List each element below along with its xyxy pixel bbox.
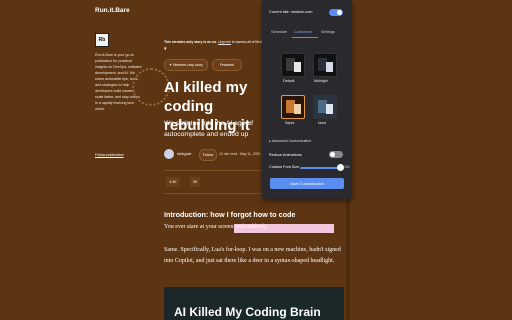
theme-nord-label: Nord <box>318 121 326 125</box>
article-meta: 10 min read · May 11, 2025 <box>219 152 260 156</box>
read-time: 10 min read <box>219 152 237 156</box>
member-only-label: Member-only story <box>173 63 203 67</box>
font-size-label: Custom Font Size <box>269 165 300 169</box>
save-customization-button[interactable]: Save Customization <box>270 178 344 189</box>
author-name[interactable]: rdxbyjule <box>177 152 191 156</box>
active-tab-indicator <box>292 37 318 38</box>
hero-image-text: AI Killed My Coding Brain <box>174 305 321 319</box>
theme-sepia-card[interactable] <box>281 95 305 119</box>
clap-button[interactable]: 4.4K <box>166 177 180 187</box>
tab-schedule[interactable]: Schedule <box>271 30 287 34</box>
avatar[interactable] <box>164 149 174 159</box>
font-size-slider[interactable] <box>300 167 340 169</box>
member-note-bold: This member-only story is on us. <box>164 40 218 44</box>
font-size-value: 100 <box>344 165 350 169</box>
tab-customize[interactable]: Customize <box>294 30 312 34</box>
theme-default-card[interactable] <box>281 53 305 77</box>
article-subtitle: We sprinted into the AI age of autocompl… <box>164 120 254 138</box>
site-enable-toggle[interactable] <box>329 9 343 16</box>
paragraph-2: Same. Specifically, Lua's for-loop. I wa… <box>164 247 341 264</box>
reduce-animations-label: Reduce Animations <box>269 153 302 157</box>
theme-default-label: Default <box>283 79 295 83</box>
theme-midnight-card[interactable] <box>313 53 337 77</box>
toggle-knob <box>337 10 342 15</box>
advanced-customization-toggle[interactable]: ▸ Advanced Customization <box>269 139 311 143</box>
theme-swatch <box>326 62 333 72</box>
follow-author-button[interactable]: Follow <box>199 149 217 161</box>
theme-swatch <box>294 62 301 72</box>
section-heading: Introduction: how I forgot how to code <box>164 210 296 219</box>
featured-badge: Featured <box>212 59 242 71</box>
comment-count: 39 <box>193 180 197 184</box>
font-size-slider-handle[interactable] <box>337 164 344 171</box>
publication-logo[interactable]: Rb <box>95 33 109 47</box>
upgrade-link[interactable]: Upgrade <box>218 40 231 44</box>
paragraph-1: You ever stare at your screen and sudden… <box>164 224 267 230</box>
comment-button[interactable]: 39 <box>190 177 200 187</box>
current-site-label: Current site: medium.com <box>269 10 313 14</box>
site-brand[interactable]: Run.it.Bare <box>95 7 130 14</box>
tab-settings[interactable]: Settings <box>321 30 335 34</box>
toggle-knob <box>330 152 335 157</box>
theme-swatch <box>294 104 301 114</box>
publish-date: May 11, 2025 <box>239 152 261 156</box>
theme-swatch <box>326 104 333 114</box>
theme-midnight-label: Midnight <box>314 79 328 83</box>
clap-count: 4.4K <box>169 180 177 184</box>
theme-nord-card[interactable] <box>313 95 337 119</box>
member-only-badge: ✦ Member-only story <box>164 59 208 71</box>
member-note: This member-only story is on us. Upgrade… <box>164 40 268 44</box>
theme-sepia-label: Sepia <box>285 121 295 125</box>
follow-publication-link[interactable]: Follow publication <box>95 153 124 157</box>
chevron-down-icon[interactable]: ▾ <box>164 46 167 52</box>
reduce-animations-toggle[interactable] <box>329 151 343 158</box>
